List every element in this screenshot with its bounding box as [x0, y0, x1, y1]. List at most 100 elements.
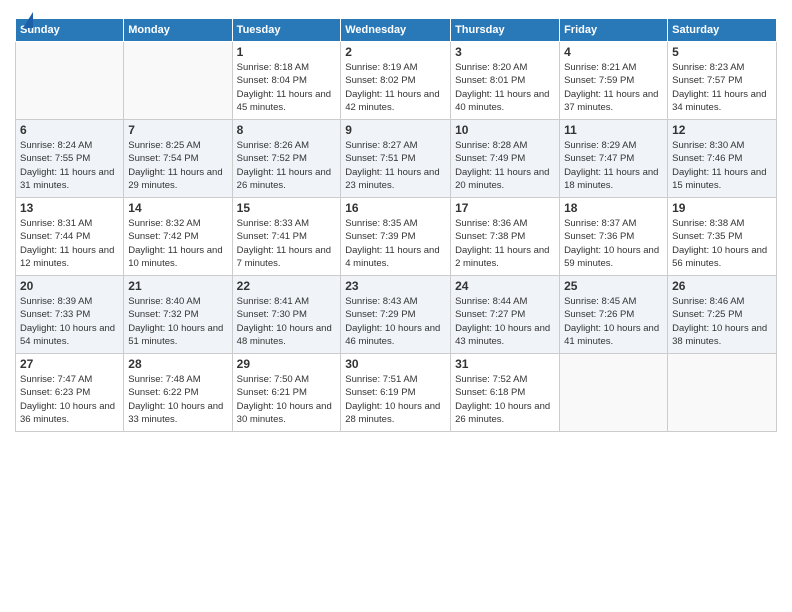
day-number: 1 — [237, 45, 337, 59]
day-info: Sunrise: 8:33 AM Sunset: 7:41 PM Dayligh… — [237, 217, 337, 270]
day-cell: 25 Sunrise: 8:45 AM Sunset: 7:26 PM Dayli… — [560, 276, 668, 354]
day-info: Sunrise: 8:38 AM Sunset: 7:35 PM Dayligh… — [672, 217, 772, 270]
day-info: Sunrise: 8:45 AM Sunset: 7:26 PM Dayligh… — [564, 295, 663, 348]
day-cell: 14 Sunrise: 8:32 AM Sunset: 7:42 PM Dayli… — [124, 198, 232, 276]
day-number: 2 — [345, 45, 446, 59]
day-info: Sunrise: 8:27 AM Sunset: 7:51 PM Dayligh… — [345, 139, 446, 192]
day-cell: 6 Sunrise: 8:24 AM Sunset: 7:55 PM Daylig… — [16, 120, 124, 198]
day-cell: 10 Sunrise: 8:28 AM Sunset: 7:49 PM Dayli… — [451, 120, 560, 198]
day-cell — [124, 42, 232, 120]
day-info: Sunrise: 8:32 AM Sunset: 7:42 PM Dayligh… — [128, 217, 227, 270]
day-info: Sunrise: 8:18 AM Sunset: 8:04 PM Dayligh… — [237, 61, 337, 114]
day-number: 16 — [345, 201, 446, 215]
day-info: Sunrise: 7:52 AM Sunset: 6:18 PM Dayligh… — [455, 373, 555, 426]
day-number: 21 — [128, 279, 227, 293]
day-info: Sunrise: 7:50 AM Sunset: 6:21 PM Dayligh… — [237, 373, 337, 426]
day-info: Sunrise: 8:23 AM Sunset: 7:57 PM Dayligh… — [672, 61, 772, 114]
day-info: Sunrise: 8:20 AM Sunset: 8:01 PM Dayligh… — [455, 61, 555, 114]
day-number: 11 — [564, 123, 663, 137]
day-cell: 9 Sunrise: 8:27 AM Sunset: 7:51 PM Daylig… — [341, 120, 451, 198]
day-cell: 18 Sunrise: 8:37 AM Sunset: 7:36 PM Dayli… — [560, 198, 668, 276]
day-number: 30 — [345, 357, 446, 371]
day-info: Sunrise: 8:35 AM Sunset: 7:39 PM Dayligh… — [345, 217, 446, 270]
day-number: 31 — [455, 357, 555, 371]
day-number: 9 — [345, 123, 446, 137]
day-number: 7 — [128, 123, 227, 137]
day-number: 17 — [455, 201, 555, 215]
day-info: Sunrise: 8:21 AM Sunset: 7:59 PM Dayligh… — [564, 61, 663, 114]
weekday-header-friday: Friday — [560, 19, 668, 42]
day-info: Sunrise: 7:47 AM Sunset: 6:23 PM Dayligh… — [20, 373, 119, 426]
week-row-1: 1 Sunrise: 8:18 AM Sunset: 8:04 PM Daylig… — [16, 42, 777, 120]
day-number: 14 — [128, 201, 227, 215]
day-number: 18 — [564, 201, 663, 215]
day-info: Sunrise: 8:19 AM Sunset: 8:02 PM Dayligh… — [345, 61, 446, 114]
day-cell: 12 Sunrise: 8:30 AM Sunset: 7:46 PM Dayli… — [668, 120, 777, 198]
day-cell: 11 Sunrise: 8:29 AM Sunset: 7:47 PM Dayli… — [560, 120, 668, 198]
day-cell: 20 Sunrise: 8:39 AM Sunset: 7:33 PM Dayli… — [16, 276, 124, 354]
day-cell: 1 Sunrise: 8:18 AM Sunset: 8:04 PM Daylig… — [232, 42, 341, 120]
day-cell: 26 Sunrise: 8:46 AM Sunset: 7:25 PM Dayli… — [668, 276, 777, 354]
day-info: Sunrise: 8:25 AM Sunset: 7:54 PM Dayligh… — [128, 139, 227, 192]
day-cell: 23 Sunrise: 8:43 AM Sunset: 7:29 PM Dayli… — [341, 276, 451, 354]
logo-triangle-icon — [23, 12, 33, 28]
day-info: Sunrise: 8:30 AM Sunset: 7:46 PM Dayligh… — [672, 139, 772, 192]
day-info: Sunrise: 8:44 AM Sunset: 7:27 PM Dayligh… — [455, 295, 555, 348]
day-cell — [668, 354, 777, 432]
day-info: Sunrise: 8:43 AM Sunset: 7:29 PM Dayligh… — [345, 295, 446, 348]
day-info: Sunrise: 8:40 AM Sunset: 7:32 PM Dayligh… — [128, 295, 227, 348]
day-number: 29 — [237, 357, 337, 371]
day-number: 28 — [128, 357, 227, 371]
day-info: Sunrise: 7:48 AM Sunset: 6:22 PM Dayligh… — [128, 373, 227, 426]
day-number: 3 — [455, 45, 555, 59]
day-cell: 3 Sunrise: 8:20 AM Sunset: 8:01 PM Daylig… — [451, 42, 560, 120]
day-cell: 4 Sunrise: 8:21 AM Sunset: 7:59 PM Daylig… — [560, 42, 668, 120]
day-info: Sunrise: 8:29 AM Sunset: 7:47 PM Dayligh… — [564, 139, 663, 192]
weekday-header-saturday: Saturday — [668, 19, 777, 42]
day-number: 6 — [20, 123, 119, 137]
day-cell: 21 Sunrise: 8:40 AM Sunset: 7:32 PM Dayli… — [124, 276, 232, 354]
day-info: Sunrise: 8:41 AM Sunset: 7:30 PM Dayligh… — [237, 295, 337, 348]
day-cell — [560, 354, 668, 432]
weekday-header-wednesday: Wednesday — [341, 19, 451, 42]
page: SundayMondayTuesdayWednesdayThursdayFrid… — [0, 0, 792, 612]
weekday-header-thursday: Thursday — [451, 19, 560, 42]
day-info: Sunrise: 8:28 AM Sunset: 7:49 PM Dayligh… — [455, 139, 555, 192]
day-cell: 31 Sunrise: 7:52 AM Sunset: 6:18 PM Dayli… — [451, 354, 560, 432]
day-cell: 7 Sunrise: 8:25 AM Sunset: 7:54 PM Daylig… — [124, 120, 232, 198]
day-number: 4 — [564, 45, 663, 59]
day-number: 20 — [20, 279, 119, 293]
weekday-header-monday: Monday — [124, 19, 232, 42]
day-info: Sunrise: 8:26 AM Sunset: 7:52 PM Dayligh… — [237, 139, 337, 192]
day-cell: 29 Sunrise: 7:50 AM Sunset: 6:21 PM Dayli… — [232, 354, 341, 432]
day-info: Sunrise: 8:24 AM Sunset: 7:55 PM Dayligh… — [20, 139, 119, 192]
day-number: 10 — [455, 123, 555, 137]
day-number: 15 — [237, 201, 337, 215]
day-info: Sunrise: 7:51 AM Sunset: 6:19 PM Dayligh… — [345, 373, 446, 426]
day-number: 24 — [455, 279, 555, 293]
day-number: 12 — [672, 123, 772, 137]
weekday-header-row: SundayMondayTuesdayWednesdayThursdayFrid… — [16, 19, 777, 42]
day-number: 23 — [345, 279, 446, 293]
day-cell: 22 Sunrise: 8:41 AM Sunset: 7:30 PM Dayli… — [232, 276, 341, 354]
day-info: Sunrise: 8:39 AM Sunset: 7:33 PM Dayligh… — [20, 295, 119, 348]
week-row-3: 13Sunrise: 8:31 AM Sunset: 7:44 PM Dayli… — [16, 198, 777, 276]
day-cell: 8 Sunrise: 8:26 AM Sunset: 7:52 PM Daylig… — [232, 120, 341, 198]
day-number: 5 — [672, 45, 772, 59]
day-cell: 19Sunrise: 8:38 AM Sunset: 7:35 PM Dayli… — [668, 198, 777, 276]
day-cell: 17 Sunrise: 8:36 AM Sunset: 7:38 PM Dayli… — [451, 198, 560, 276]
day-info: Sunrise: 8:37 AM Sunset: 7:36 PM Dayligh… — [564, 217, 663, 270]
day-cell: 2 Sunrise: 8:19 AM Sunset: 8:02 PM Daylig… — [341, 42, 451, 120]
day-cell: 24 Sunrise: 8:44 AM Sunset: 7:27 PM Dayli… — [451, 276, 560, 354]
day-cell: 16 Sunrise: 8:35 AM Sunset: 7:39 PM Dayli… — [341, 198, 451, 276]
day-number: 27 — [20, 357, 119, 371]
weekday-header-tuesday: Tuesday — [232, 19, 341, 42]
day-cell: 15 Sunrise: 8:33 AM Sunset: 7:41 PM Dayli… — [232, 198, 341, 276]
day-info: Sunrise: 8:36 AM Sunset: 7:38 PM Dayligh… — [455, 217, 555, 270]
day-cell: 5 Sunrise: 8:23 AM Sunset: 7:57 PM Daylig… — [668, 42, 777, 120]
day-number: 8 — [237, 123, 337, 137]
day-info: Sunrise: 8:46 AM Sunset: 7:25 PM Dayligh… — [672, 295, 772, 348]
day-number: 25 — [564, 279, 663, 293]
day-number: 22 — [237, 279, 337, 293]
day-number: 26 — [672, 279, 772, 293]
